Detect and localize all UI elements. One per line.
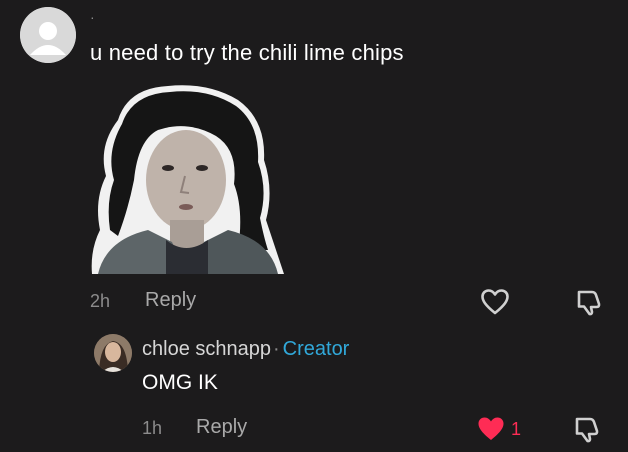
dislike-icon[interactable] (574, 288, 604, 316)
comment-sticker-image[interactable] (88, 80, 285, 276)
dislike-icon[interactable] (572, 415, 602, 443)
creator-badge: Creator (282, 338, 350, 360)
comment-text: u need to try the chili lime chips (90, 40, 404, 65)
commenter-username[interactable]: · (90, 10, 95, 24)
creator-avatar[interactable] (94, 334, 132, 372)
like-count: 1 (511, 419, 522, 439)
default-avatar-icon (20, 7, 76, 63)
reply-timestamp: 1h (142, 418, 163, 438)
reply-author-line: chloe schnapp · Creator (142, 338, 349, 361)
reply-to-reply-button[interactable]: Reply (196, 416, 247, 439)
creator-username[interactable]: chloe schnapp (142, 338, 271, 360)
reply-button[interactable]: Reply (145, 289, 196, 312)
heart-icon[interactable] (480, 288, 510, 316)
separator-dot: · (272, 338, 280, 360)
commenter-avatar[interactable] (20, 7, 76, 63)
reply-text: OMG IK (142, 371, 218, 394)
heart-filled-icon[interactable] (476, 415, 506, 443)
comment-timestamp: 2h (90, 291, 111, 311)
